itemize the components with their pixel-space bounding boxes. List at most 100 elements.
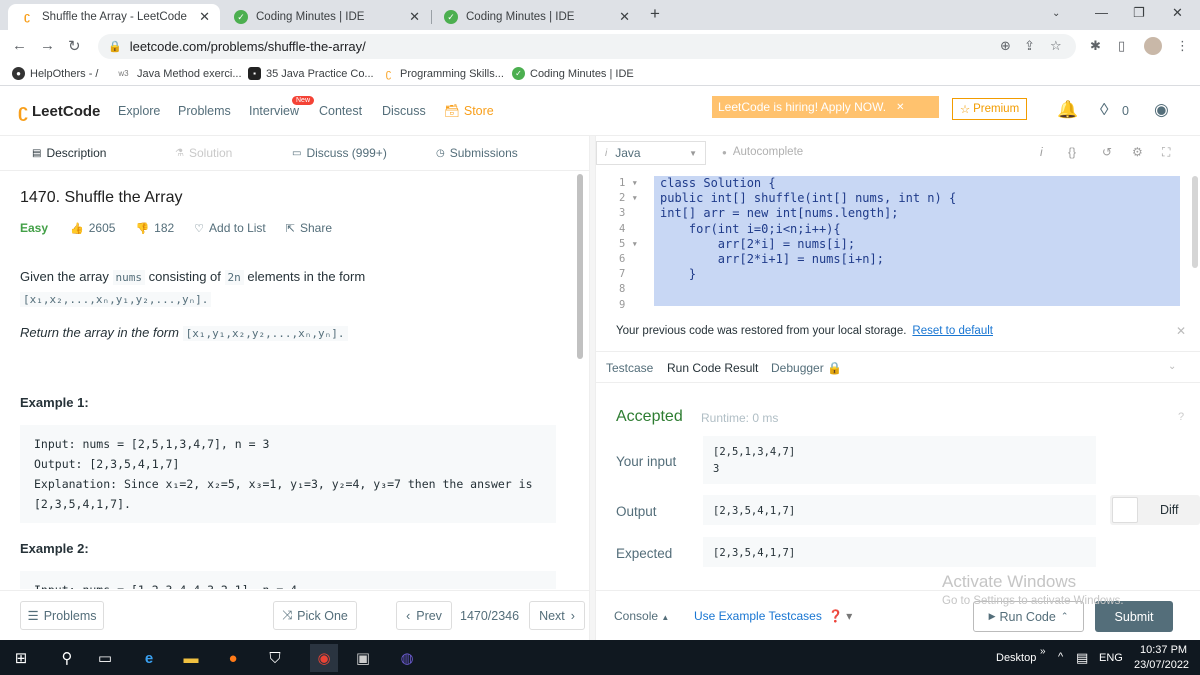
store-icon: 🗃 xyxy=(444,104,460,118)
chrome-icon[interactable]: ◉ xyxy=(310,644,338,672)
close-tab-icon[interactable]: ✕ xyxy=(199,9,210,25)
inline-code: 2n xyxy=(224,270,244,285)
next-button[interactable]: Next › xyxy=(529,601,585,630)
info-icon[interactable]: i xyxy=(1040,145,1043,159)
lock-icon[interactable]: 🔒 xyxy=(108,40,122,53)
address-bar[interactable]: 🔒 leetcode.com/problems/shuffle-the-arra… xyxy=(98,34,1076,59)
nav-interview[interactable]: Interview xyxy=(249,104,299,118)
autocomplete-toggle[interactable]: ● Autocomplete xyxy=(722,146,803,158)
search-icon[interactable]: ⚲ xyxy=(56,647,78,669)
desktop-toolbar-label[interactable]: Desktop xyxy=(996,652,1036,664)
clock-date[interactable]: 23/07/2022 xyxy=(1134,659,1189,671)
reset-to-default-link[interactable]: Reset to default xyxy=(912,325,993,337)
braces-icon[interactable]: {} xyxy=(1068,145,1076,159)
settings-gear-icon[interactable]: ⚙ xyxy=(1132,145,1143,159)
terminal-icon[interactable]: ▣ xyxy=(352,647,374,669)
clock-time[interactable]: 10:37 PM xyxy=(1140,644,1187,656)
extensions-icon[interactable]: ✱ xyxy=(1090,38,1101,54)
back-icon[interactable]: ← xyxy=(12,37,27,54)
close-tab-icon[interactable]: ✕ xyxy=(619,9,630,25)
leetcode-logo[interactable]: ʗ LeetCode xyxy=(18,101,100,122)
share-button[interactable]: ⇱ Share xyxy=(286,221,332,235)
close-banner-icon[interactable]: ✕ xyxy=(896,102,904,113)
notification-bell-icon[interactable]: 🔔 xyxy=(1057,100,1078,120)
tab-search-icon[interactable]: ⌄ xyxy=(1052,8,1060,19)
code-selection[interactable]: class Solution { public int[] shuffle(in… xyxy=(654,176,1180,306)
premium-button[interactable]: ☆ Premium xyxy=(952,98,1027,120)
pick-one-button[interactable]: ⤨ Pick One xyxy=(273,601,357,630)
like-button[interactable]: 👍 2605 xyxy=(70,221,115,235)
fullscreen-icon[interactable]: ⛶ xyxy=(1162,145,1170,160)
windows-start-icon[interactable]: ⊞ xyxy=(10,647,32,669)
prev-button[interactable]: ‹ Prev xyxy=(396,601,452,630)
coin-icon[interactable]: ◊ xyxy=(1100,100,1108,120)
zoom-icon[interactable]: ⊕ xyxy=(1000,38,1011,54)
language-indicator[interactable]: ENG xyxy=(1099,652,1123,664)
collapse-chevron-icon[interactable]: ⌄ xyxy=(1168,361,1176,372)
help-dropdown-icon[interactable]: ❓ ▾ xyxy=(828,609,852,623)
action-center-icon[interactable]: ▤ xyxy=(1076,650,1088,666)
editor-scrollbar[interactable] xyxy=(1192,176,1198,268)
close-tab-icon[interactable]: ✕ xyxy=(409,9,420,25)
toggle-switch[interactable] xyxy=(1112,497,1138,523)
nav-store[interactable]: 🗃 Store xyxy=(444,104,494,119)
tab-debugger[interactable]: Debugger 🔒 xyxy=(771,361,842,375)
run-result-panel: Accepted Runtime: 0 ms ? Your input [2,5… xyxy=(596,384,1200,590)
close-notice-icon[interactable]: ✕ xyxy=(1176,324,1186,338)
browser-tab-leetcode[interactable]: ʗ Shuffle the Array - LeetCode ✕ xyxy=(8,4,220,30)
share-page-icon[interactable]: ⇪ xyxy=(1024,38,1035,54)
bookmark-item[interactable]: ʗ Programming Skills... xyxy=(382,67,504,80)
difficulty-badge: Easy xyxy=(20,221,49,235)
description-scrollbar[interactable] xyxy=(577,174,583,359)
language-select[interactable]: i Java ▼ xyxy=(596,141,706,165)
console-button[interactable]: Console ▲ xyxy=(614,609,669,623)
bookmark-item[interactable]: w3 Java Method exerci... xyxy=(115,67,241,80)
bookmark-item[interactable]: ● HelpOthers - / xyxy=(12,67,98,80)
nav-explore[interactable]: Explore xyxy=(118,104,160,118)
help-icon[interactable]: ? xyxy=(1178,411,1184,423)
problems-list-button[interactable]: ☰ Problems xyxy=(20,601,104,630)
nav-contest[interactable]: Contest xyxy=(319,104,362,118)
new-tab-icon[interactable]: + xyxy=(650,4,660,24)
info-icon: i xyxy=(605,147,608,159)
use-example-testcases-link[interactable]: Use Example Testcases xyxy=(694,609,822,623)
dislike-button[interactable]: 👎 182 xyxy=(135,221,174,235)
add-to-list-button[interactable]: ♡ Add to List xyxy=(194,221,266,235)
pane-resizer[interactable] xyxy=(589,136,596,640)
chevron-icon[interactable]: » xyxy=(1040,646,1046,657)
reset-icon[interactable]: ↺ xyxy=(1102,145,1112,159)
nav-discuss[interactable]: Discuss xyxy=(382,104,426,118)
reload-icon[interactable]: ↻ xyxy=(68,37,81,55)
file-explorer-icon[interactable]: ▬ xyxy=(180,647,202,669)
edge-browser-icon[interactable]: e xyxy=(138,647,160,669)
tray-up-icon[interactable]: ^ xyxy=(1058,651,1063,663)
store-app-icon[interactable]: ⛉ xyxy=(264,647,286,669)
tab-solution[interactable]: ⚗ Solution xyxy=(175,146,232,160)
chat-icon: ▭ xyxy=(292,147,302,159)
browser-tab-ide-2[interactable]: ✓ Coding Minutes | IDE ✕ xyxy=(432,4,640,30)
tab-testcase[interactable]: Testcase xyxy=(606,361,653,375)
nav-problems[interactable]: Problems xyxy=(178,104,231,118)
firefox-icon[interactable]: ● xyxy=(222,647,244,669)
tab-discuss[interactable]: ▭ Discuss (999+) xyxy=(292,146,387,160)
task-view-icon[interactable]: ▭ xyxy=(94,647,116,669)
bookmark-item[interactable]: ✓ Coding Minutes | IDE xyxy=(512,67,634,80)
side-panel-icon[interactable]: ▯ xyxy=(1118,38,1125,54)
tab-description[interactable]: ▤ Description xyxy=(32,146,106,160)
profile-avatar[interactable] xyxy=(1144,37,1162,55)
tab-submissions[interactable]: ◷ Submissions xyxy=(436,146,518,160)
bookmark-star-icon[interactable]: ☆ xyxy=(1050,38,1062,54)
minimize-icon[interactable]: — xyxy=(1095,5,1108,20)
user-avatar-icon[interactable]: ◉ xyxy=(1154,100,1169,120)
tab-run-code-result[interactable]: Run Code Result xyxy=(667,361,758,375)
close-window-icon[interactable]: ✕ xyxy=(1172,5,1183,21)
bookmark-item[interactable]: ▪ 35 Java Practice Co... xyxy=(248,67,374,80)
forward-icon[interactable]: → xyxy=(40,37,55,54)
hiring-banner[interactable]: LeetCode is hiring! Apply NOW. ✕ xyxy=(712,96,939,118)
code-editor[interactable]: 1 ▾ 2 ▾ 3 4 5 ▾ 6 7 8 9 class Solution {… xyxy=(596,170,1200,311)
diff-toggle[interactable]: Diff xyxy=(1110,495,1200,525)
browser-tab-ide-1[interactable]: ✓ Coding Minutes | IDE ✕ xyxy=(222,4,430,30)
menu-icon[interactable]: ⋮ xyxy=(1176,38,1189,54)
restore-icon[interactable]: ❐ xyxy=(1133,5,1145,21)
eclipse-icon[interactable]: ◍ xyxy=(396,647,418,669)
